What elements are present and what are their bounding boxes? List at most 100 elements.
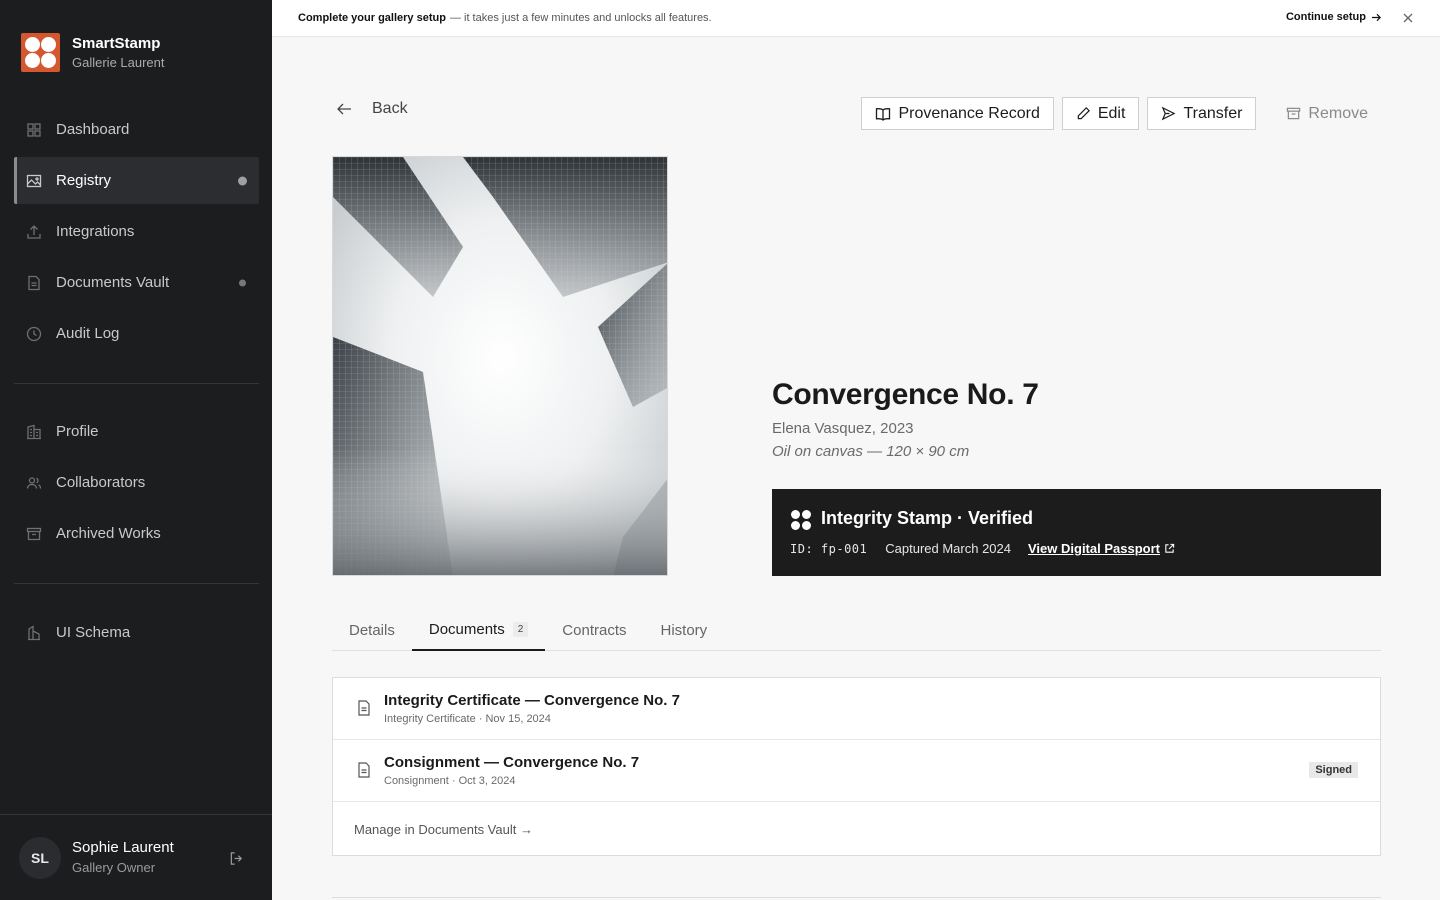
external-link-icon	[1165, 543, 1175, 553]
tab-documents[interactable]: Documents 2	[411, 610, 546, 651]
archive-icon	[1287, 107, 1301, 120]
banner-text: — it takes just a few minutes and unlock…	[449, 12, 712, 24]
tab-details[interactable]: Details	[332, 610, 412, 650]
artwork-actions: Provenance Record Edit Transfer Remove	[861, 97, 1381, 130]
tab-history[interactable]: History	[644, 610, 725, 650]
sidebar-item-registry[interactable]: Registry	[14, 157, 259, 204]
sidebar-item-ui-schema[interactable]: UI Schema	[14, 609, 259, 656]
tab-label: Documents	[428, 621, 505, 638]
view-digital-passport-link[interactable]: View Digital Passport	[1028, 541, 1175, 556]
sidebar-divider	[14, 383, 259, 384]
document-meta: Consignment · Oct 3, 2024	[384, 775, 516, 787]
notification-dot	[238, 176, 247, 185]
secondary-nav: Profile Collaborators Archived Works	[14, 408, 259, 561]
transfer-label: Transfer	[1183, 104, 1243, 122]
artwork-artist: Elena Vasquez	[772, 420, 872, 437]
clock-icon	[26, 326, 42, 342]
notification-dot	[239, 279, 246, 286]
setup-banner: Complete your gallery setup — it takes j…	[272, 0, 1440, 37]
close-icon[interactable]	[1402, 12, 1414, 27]
remove-button[interactable]: Remove	[1264, 97, 1381, 130]
smartstamp-logo-icon	[21, 33, 60, 72]
tab-label: Details	[349, 621, 395, 639]
gallery-name: Gallerie Laurent	[72, 54, 165, 70]
sidebar-item-label: Documents Vault	[56, 274, 170, 291]
sidebar-item-audit-log[interactable]: Audit Log	[14, 310, 259, 357]
avatar[interactable]: SL	[19, 836, 61, 879]
sidebar-divider	[14, 583, 259, 584]
document-icon	[357, 700, 371, 721]
brand-name: SmartStamp	[72, 34, 161, 52]
primary-nav: Dashboard Registry Integrations Document…	[14, 106, 259, 361]
list-item[interactable]: Consignment — Convergence No. 7 Consignm…	[333, 740, 1380, 802]
banner-title: Complete your gallery setup	[298, 12, 446, 24]
tab-label: History	[660, 621, 708, 639]
stamp-id: ID: fp-001	[790, 541, 868, 556]
send-icon	[1162, 106, 1176, 121]
sidebar-item-archived-works[interactable]: Archived Works	[14, 510, 259, 557]
document-title: Integrity Certificate — Convergence No. …	[384, 692, 680, 709]
provenance-record-button[interactable]: Provenance Record	[861, 97, 1054, 130]
stamp-captured: Captured March 2024	[885, 541, 1011, 556]
grid-icon	[26, 122, 42, 138]
continue-setup-link[interactable]: Continue setup	[1286, 11, 1382, 23]
tab-count-badge: 2	[512, 622, 529, 637]
archive-icon	[26, 526, 42, 542]
users-icon	[26, 475, 42, 491]
integrity-stamp-panel: Integrity Stamp · Verified ID: fp-001 Ca…	[772, 489, 1381, 576]
sidebar: SmartStamp Gallerie Laurent Dashboard Re…	[0, 0, 272, 900]
user-card: SL Sophie Laurent Gallery Owner	[0, 814, 272, 900]
document-icon	[357, 762, 371, 783]
continue-setup-label: Continue setup	[1285, 11, 1366, 23]
sidebar-item-integrations[interactable]: Integrations	[14, 208, 259, 255]
sidebar-item-label: UI Schema	[56, 624, 131, 641]
sidebar-item-label: Registry	[56, 172, 112, 189]
artwork-title: Convergence No. 7	[772, 378, 1039, 411]
sidebar-item-label: Profile	[56, 423, 99, 440]
tab-label: Contracts	[562, 621, 627, 639]
sidebar-item-label: Archived Works	[56, 525, 161, 542]
pencil-icon	[1077, 107, 1090, 120]
tab-contracts[interactable]: Contracts	[545, 610, 643, 650]
book-icon	[876, 107, 891, 121]
sidebar-item-label: Collaborators	[56, 474, 146, 491]
arrow-right-icon	[1371, 13, 1382, 21]
sidebar-item-profile[interactable]: Profile	[14, 408, 259, 455]
documents-list: Integrity Certificate — Convergence No. …	[332, 677, 1381, 856]
stamp-logo-icon	[791, 510, 811, 530]
passport-link-label: View Digital Passport	[1028, 541, 1160, 556]
sidebar-item-label: Integrations	[56, 223, 135, 240]
edit-label: Edit	[1097, 104, 1126, 122]
user-name: Sophie Laurent	[72, 838, 174, 856]
sidebar-item-documents-vault[interactable]: Documents Vault	[14, 259, 259, 306]
provenance-record-label: Provenance Record	[898, 104, 1040, 122]
back-button[interactable]: Back	[336, 100, 408, 118]
tertiary-nav: UI Schema	[14, 609, 259, 660]
manage-documents-vault-link[interactable]: Manage in Documents Vault →	[354, 822, 533, 837]
artwork-year: 2023	[880, 420, 914, 437]
upload-icon	[26, 224, 42, 240]
sidebar-item-dashboard[interactable]: Dashboard	[14, 106, 259, 153]
list-item[interactable]: Integrity Certificate — Convergence No. …	[333, 678, 1380, 740]
artwork-tabs: Details Documents 2 Contracts History	[332, 610, 1381, 651]
logout-icon[interactable]	[229, 851, 244, 871]
section-divider	[332, 897, 1381, 898]
transfer-button[interactable]: Transfer	[1147, 97, 1257, 130]
artwork-medium: Oil on canvas — 120 × 90 cm	[772, 443, 970, 460]
brand[interactable]: SmartStamp Gallerie Laurent	[21, 33, 165, 72]
artwork-artist-line: Elena Vasquez, 2023	[772, 420, 914, 437]
sidebar-item-collaborators[interactable]: Collaborators	[14, 459, 259, 506]
sidebar-item-label: Audit Log	[56, 325, 120, 342]
image-icon	[26, 173, 42, 189]
remove-label: Remove	[1308, 104, 1368, 122]
sidebar-item-label: Dashboard	[56, 121, 130, 138]
stamp-title: Integrity Stamp · Verified	[821, 508, 1034, 528]
status-badge: Signed	[1309, 762, 1358, 778]
document-title: Consignment — Convergence No. 7	[384, 754, 640, 771]
artwork-image	[332, 156, 668, 576]
user-role: Gallery Owner	[72, 859, 156, 875]
edit-button[interactable]: Edit	[1061, 97, 1140, 130]
building-icon	[26, 424, 42, 440]
schema-icon	[26, 624, 42, 641]
back-label: Back	[372, 100, 408, 117]
